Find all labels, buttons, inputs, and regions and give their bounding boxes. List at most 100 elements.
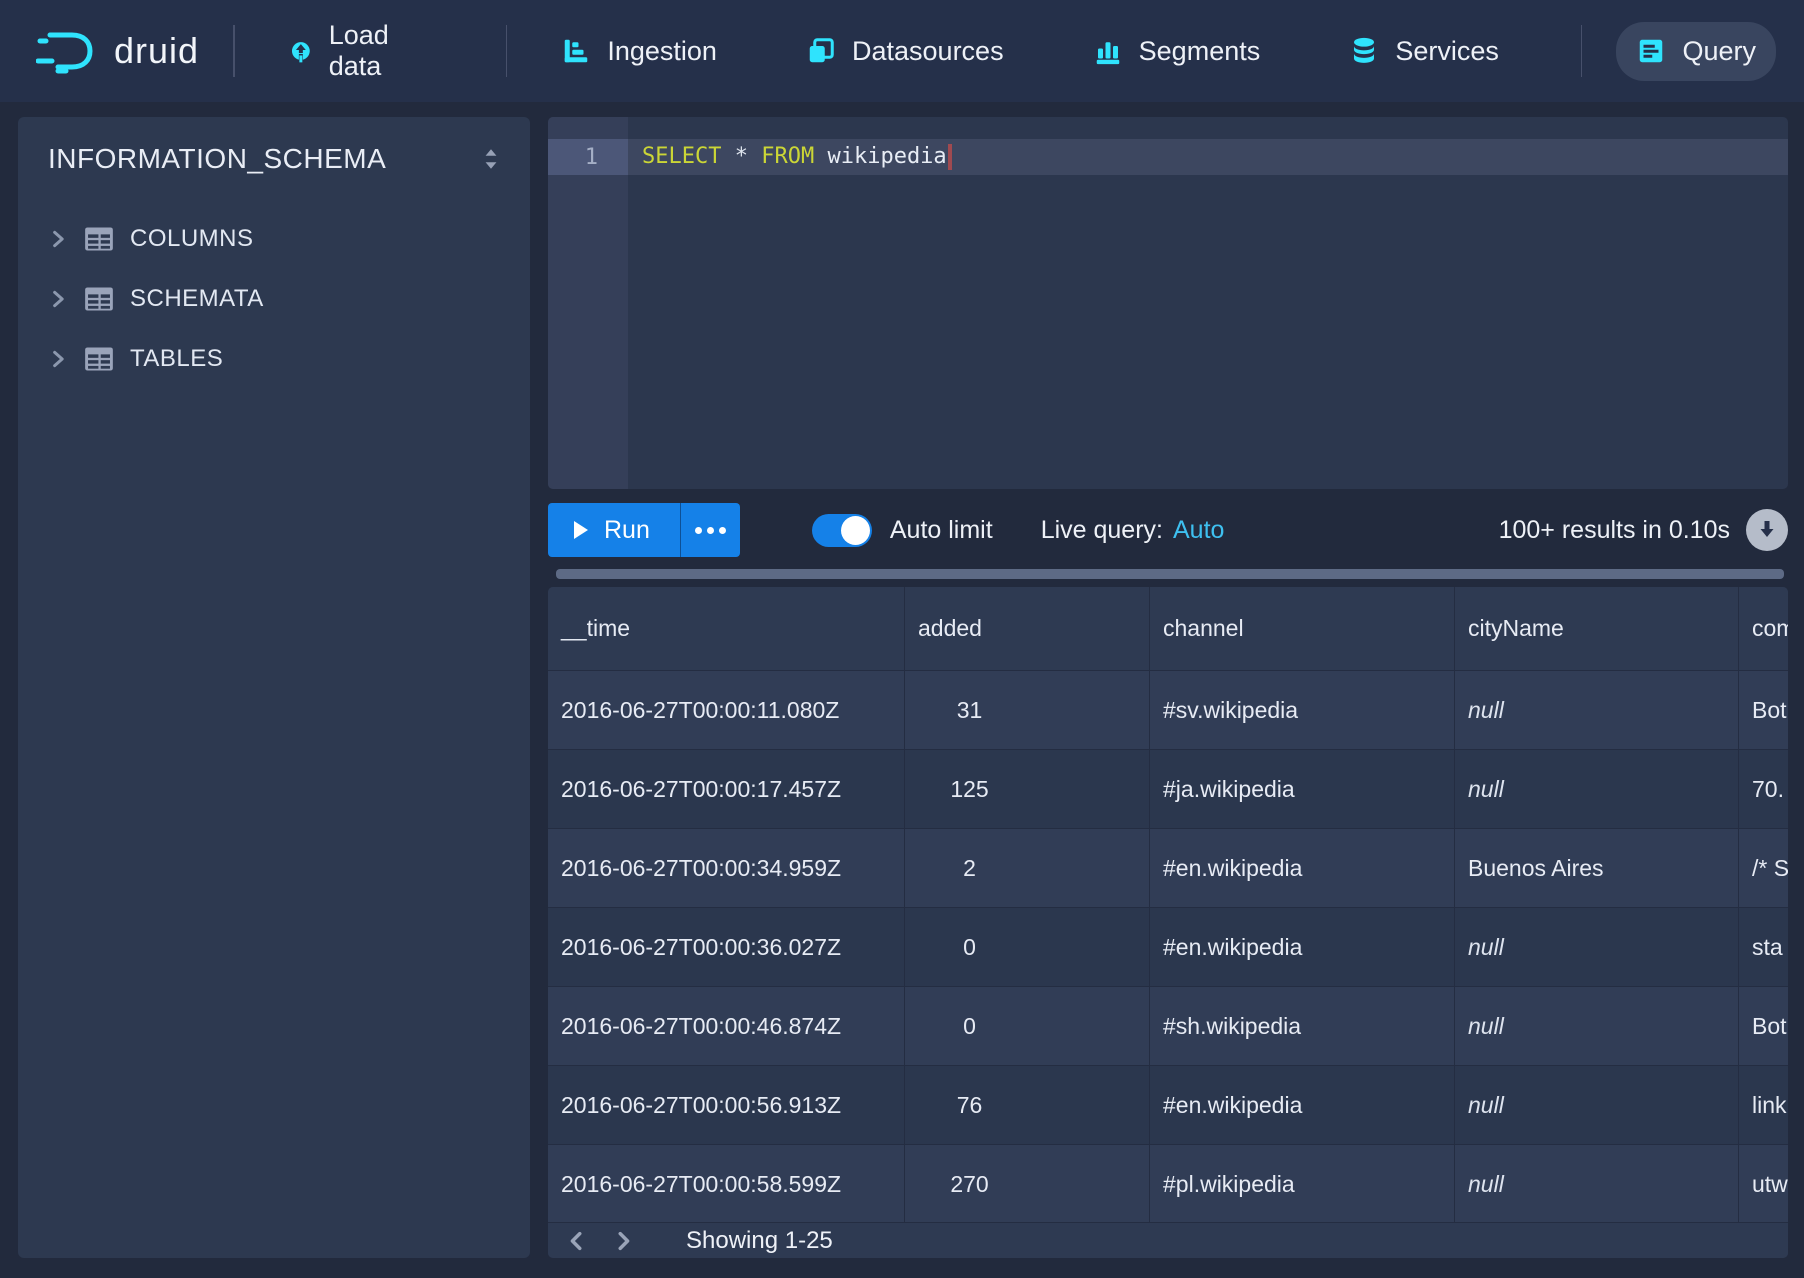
run-more-button[interactable] <box>680 503 740 557</box>
table-cell[interactable]: /* S <box>1739 829 1788 908</box>
nav-divider <box>506 25 508 77</box>
sql-statement: SELECT * FROM wikipedia <box>628 144 952 170</box>
table-cell[interactable]: Bot <box>1739 671 1788 750</box>
table-cell[interactable]: Buenos Aires <box>1455 829 1739 908</box>
table-cell[interactable]: null <box>1455 750 1739 829</box>
ellipsis-icon <box>695 527 726 534</box>
table-cell[interactable]: 31 <box>905 671 1150 750</box>
table-icon <box>84 286 114 312</box>
auto-limit-label: Auto limit <box>890 516 993 545</box>
druid-logo[interactable]: druid <box>36 27 199 75</box>
table-row: 2016-06-27T00:00:34.959Z2#en.wikipediaBu… <box>548 829 1788 908</box>
play-icon <box>574 521 588 539</box>
table-cell[interactable]: link <box>1739 1066 1788 1145</box>
nav-item-ingestion[interactable]: Ingestion <box>541 22 737 81</box>
nav-divider <box>1581 25 1583 77</box>
table-cell[interactable]: 2016-06-27T00:00:56.913Z <box>548 1066 905 1145</box>
table-cell[interactable]: 2016-06-27T00:00:34.959Z <box>548 829 905 908</box>
table-cell[interactable]: sta <box>1739 908 1788 987</box>
nav-item-datasources[interactable]: Datasources <box>786 22 1024 81</box>
auto-limit-toggle[interactable] <box>812 514 872 547</box>
table-cell[interactable]: null <box>1455 908 1739 987</box>
table-cell[interactable]: 0 <box>905 908 1150 987</box>
table-row: 2016-06-27T00:00:46.874Z0#sh.wikipedianu… <box>548 987 1788 1066</box>
toggle-knob <box>841 516 870 545</box>
table-cell[interactable]: Bot <box>1739 987 1788 1066</box>
table-cell[interactable]: 2016-06-27T00:00:17.457Z <box>548 750 905 829</box>
nav-item-query[interactable]: Query <box>1616 22 1776 81</box>
services-icon <box>1349 36 1379 66</box>
datasources-icon <box>806 36 836 66</box>
table-cell[interactable]: #en.wikipedia <box>1150 1066 1455 1145</box>
ingestion-icon <box>561 36 591 66</box>
column-header-channel[interactable]: channel <box>1150 587 1455 671</box>
live-query-value[interactable]: Auto <box>1173 516 1224 545</box>
chevron-right-icon[interactable] <box>48 289 68 309</box>
nav-item-load-data[interactable]: Load data <box>269 6 444 96</box>
line-number: 1 <box>548 139 628 175</box>
live-query-label: Live query: <box>1041 516 1163 545</box>
table-cell[interactable]: utw <box>1739 1145 1788 1224</box>
nav-items: Load data Ingestion Datasources <box>269 6 1804 96</box>
prev-page-button[interactable] <box>562 1226 592 1256</box>
table-cell[interactable]: null <box>1455 671 1739 750</box>
table-row: 2016-06-27T00:00:17.457Z125#ja.wikipedia… <box>548 750 1788 829</box>
table-cell[interactable]: 70. <box>1739 750 1788 829</box>
run-button-label: Run <box>604 516 650 545</box>
table-cell[interactable]: #ja.wikipedia <box>1150 750 1455 829</box>
editor-active-line[interactable]: 1 SELECT * FROM wikipedia <box>548 139 1788 175</box>
run-button[interactable]: Run <box>548 503 680 557</box>
next-page-button[interactable] <box>608 1226 638 1256</box>
sql-editor[interactable]: 1 SELECT * FROM wikipedia <box>548 117 1788 489</box>
table-cell[interactable]: #en.wikipedia <box>1150 908 1455 987</box>
table-cell[interactable]: 2 <box>905 829 1150 908</box>
nav-item-segments[interactable]: Segments <box>1073 22 1281 81</box>
tree-item-columns[interactable]: COLUMNS <box>48 209 504 269</box>
table-cell[interactable]: 2016-06-27T00:00:46.874Z <box>548 987 905 1066</box>
column-header-cityName[interactable]: cityName <box>1455 587 1739 671</box>
tree-item-schemata[interactable]: SCHEMATA <box>48 269 504 329</box>
results-body: 2016-06-27T00:00:11.080Z31#sv.wikipedian… <box>548 671 1788 1224</box>
chevron-right-icon[interactable] <box>48 229 68 249</box>
upload-icon <box>289 36 313 66</box>
column-header-added[interactable]: added <box>905 587 1150 671</box>
nav-item-services[interactable]: Services <box>1329 22 1519 81</box>
table-cell[interactable]: null <box>1455 1145 1739 1224</box>
table-cell[interactable]: 125 <box>905 750 1150 829</box>
table-cell[interactable]: #sv.wikipedia <box>1150 671 1455 750</box>
download-button[interactable] <box>1746 509 1788 551</box>
top-nav: druid Load data Ingestion <box>0 0 1804 102</box>
nav-item-label: Query <box>1682 36 1756 67</box>
results-footer: Showing 1-25 <box>548 1222 1788 1258</box>
query-toolbar: Run Auto limit Live query: Auto 100+ res… <box>548 503 1788 557</box>
column-header-__time[interactable]: __time <box>548 587 905 671</box>
tree-item-label: SCHEMATA <box>130 285 264 313</box>
nav-item-label: Services <box>1395 36 1499 67</box>
nav-item-label: Load data <box>329 20 424 82</box>
tree-item-tables[interactable]: TABLES <box>48 329 504 389</box>
table-icon <box>84 346 114 372</box>
chevron-right-icon[interactable] <box>48 349 68 369</box>
double-caret-vertical-icon[interactable] <box>478 146 504 172</box>
results-header-row: __timeaddedchannelcityNamecomment <box>548 587 1788 671</box>
table-cell[interactable]: 2016-06-27T00:00:58.599Z <box>548 1145 905 1224</box>
table-cell[interactable]: 2016-06-27T00:00:11.080Z <box>548 671 905 750</box>
table-row: 2016-06-27T00:00:11.080Z31#sv.wikipedian… <box>548 671 1788 750</box>
table-cell[interactable]: 270 <box>905 1145 1150 1224</box>
horizontal-scrollbar[interactable] <box>556 569 1784 579</box>
sql-star: * <box>735 144 748 169</box>
tree-item-label: TABLES <box>130 345 223 373</box>
table-cell[interactable]: 2016-06-27T00:00:36.027Z <box>548 908 905 987</box>
table-row: 2016-06-27T00:00:36.027Z0#en.wikipedianu… <box>548 908 1788 987</box>
sql-keyword: FROM <box>761 144 814 169</box>
table-cell[interactable]: null <box>1455 987 1739 1066</box>
query-icon <box>1636 36 1666 66</box>
table-cell[interactable]: #en.wikipedia <box>1150 829 1455 908</box>
table-cell[interactable]: null <box>1455 1066 1739 1145</box>
table-cell[interactable]: 76 <box>905 1066 1150 1145</box>
column-header-comment[interactable]: comment <box>1739 587 1788 671</box>
table-cell[interactable]: #sh.wikipedia <box>1150 987 1455 1066</box>
table-cell[interactable]: #pl.wikipedia <box>1150 1145 1455 1224</box>
chevron-right-icon <box>612 1230 634 1252</box>
table-cell[interactable]: 0 <box>905 987 1150 1066</box>
